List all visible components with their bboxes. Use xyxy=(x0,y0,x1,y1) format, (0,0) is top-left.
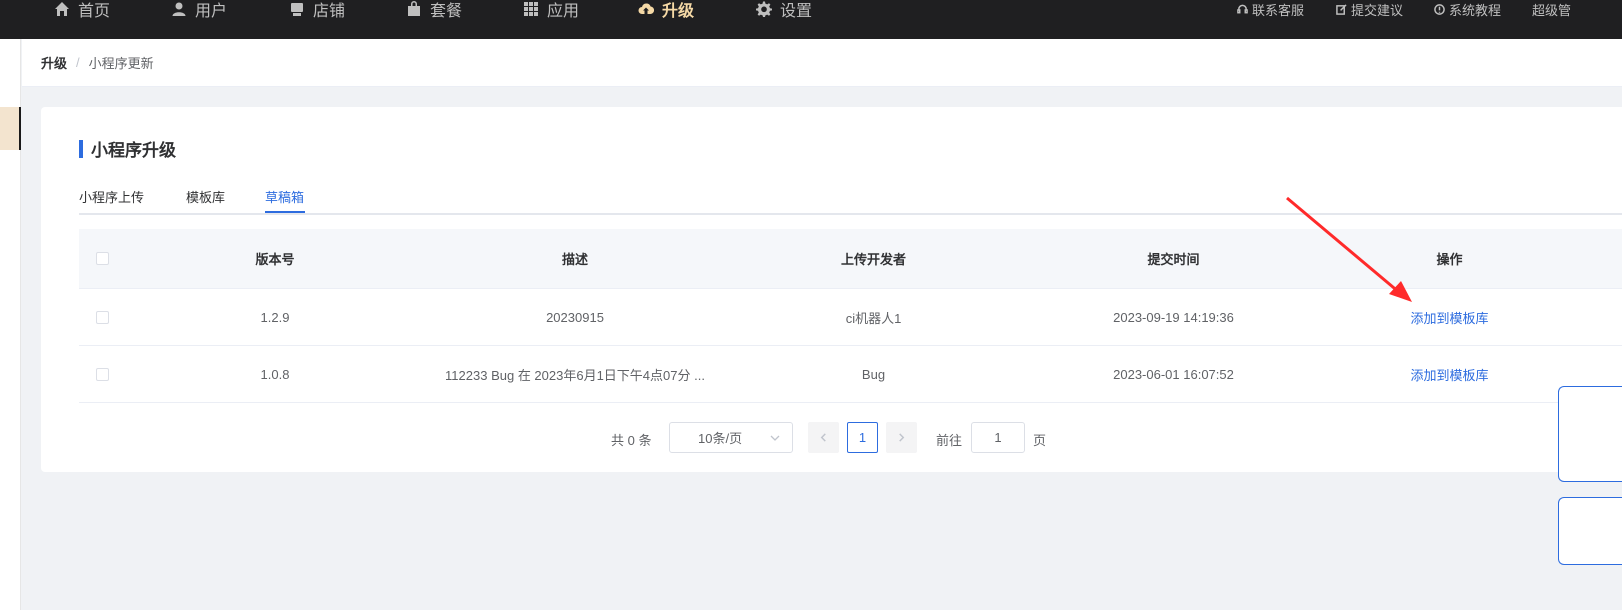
cell-description: 112233 Bug 在 2023年6月1日下午4点07分 ... xyxy=(445,367,705,383)
nav-users-label: 用户 xyxy=(195,3,228,20)
page-size-select[interactable]: 10条/页 xyxy=(669,422,793,453)
title-accent-bar xyxy=(79,139,83,158)
page-size-value: 10条/页 xyxy=(698,431,743,446)
cell-actions: 添加到模板库 xyxy=(1325,308,1574,327)
nav-users[interactable]: 用户 xyxy=(171,0,227,21)
table-header: 版本号 描述 上传开发者 提交时间 操作 xyxy=(79,229,1622,289)
nav-shop[interactable]: 店铺 xyxy=(289,0,345,21)
system-tutorial-label: 系统教程 xyxy=(1449,2,1502,18)
tab-bar: 小程序上传 模板库 草稿箱 xyxy=(79,178,1622,215)
chevron-left-icon xyxy=(820,433,826,442)
card-title-text: 小程序升级 xyxy=(91,141,176,160)
admin-user-label: 超级管 xyxy=(1532,2,1572,18)
header-submit-time: 提交时间 xyxy=(1147,252,1200,267)
cell-developer: ci机器人1 xyxy=(845,310,902,326)
user-icon xyxy=(172,2,186,16)
pagination: 共 0 条 10条/页 1 前往 页 xyxy=(41,422,1622,454)
breadcrumb-current: 小程序更新 xyxy=(88,56,154,71)
breadcrumb: 升级 / 小程序更新 xyxy=(22,39,1622,87)
header-version: 版本号 xyxy=(255,252,295,267)
tab-drafts[interactable]: 草稿箱 xyxy=(265,187,304,206)
card-title: 小程序升级 xyxy=(79,136,176,161)
nav-package-label: 套餐 xyxy=(430,3,463,20)
cell-actions: 添加到模板库 xyxy=(1325,365,1574,384)
page-suffix: 页 xyxy=(1033,433,1047,448)
breadcrumb-root[interactable]: 升级 xyxy=(41,53,67,72)
nav-upgrade[interactable]: 升级 xyxy=(638,0,694,21)
breadcrumb-separator: / xyxy=(76,55,80,70)
package-icon xyxy=(408,1,420,16)
cell-version: 1.2.9 xyxy=(260,309,290,325)
main-card: 小程序升级 小程序上传 模板库 草稿箱 版本号 描述 上传开发者 提交时间 操作… xyxy=(41,107,1622,472)
nav-apps-label: 应用 xyxy=(547,3,580,20)
active-tab-indicator xyxy=(265,211,305,213)
header-actions: 操作 xyxy=(1436,252,1463,267)
nav-home[interactable]: 首页 xyxy=(54,0,110,21)
contact-support-link[interactable]: 联系客服 xyxy=(1237,0,1304,18)
grid-icon xyxy=(524,2,538,16)
nav-settings[interactable]: 设置 xyxy=(756,0,812,21)
row-checkbox[interactable] xyxy=(95,367,109,381)
edit-icon xyxy=(1336,3,1347,15)
tutorial-icon xyxy=(1434,3,1445,15)
row-checkbox-cell xyxy=(79,310,125,324)
row-checkbox-cell xyxy=(79,367,125,381)
cloud-upload-icon xyxy=(638,3,654,15)
page-number-current[interactable]: 1 xyxy=(847,422,878,453)
table-row: 1.2.9 20230915 ci机器人1 2023-09-19 14:19:3… xyxy=(79,289,1622,346)
add-to-template-library-link[interactable]: 添加到模板库 xyxy=(1410,311,1488,326)
row-checkbox[interactable] xyxy=(95,310,109,324)
chevron-right-icon xyxy=(899,433,905,442)
drafts-table: 版本号 描述 上传开发者 提交时间 操作 1.2.9 20230915 ci机器… xyxy=(79,229,1622,403)
floating-side-tab[interactable] xyxy=(1558,497,1622,565)
shop-icon xyxy=(291,3,303,16)
nav-apps[interactable]: 应用 xyxy=(523,0,579,21)
header-developer: 上传开发者 xyxy=(840,252,906,267)
goto-label: 前往 xyxy=(936,433,963,448)
cell-version: 1.0.8 xyxy=(260,366,290,382)
nav-settings-label: 设置 xyxy=(780,3,813,20)
nav-shop-label: 店铺 xyxy=(313,3,346,20)
next-page-button[interactable] xyxy=(886,422,917,453)
tab-upload[interactable]: 小程序上传 xyxy=(79,187,144,206)
cell-submit-time: 2023-06-01 16:07:52 xyxy=(1113,366,1234,382)
cell-description: 20230915 xyxy=(546,309,604,325)
header-description: 描述 xyxy=(561,252,588,267)
cell-submit-time: 2023-09-19 14:19:36 xyxy=(1113,309,1234,325)
submit-feedback-link[interactable]: 提交建议 xyxy=(1336,0,1403,18)
add-to-template-library-link[interactable]: 添加到模板库 xyxy=(1410,368,1488,383)
nav-upgrade-label: 升级 xyxy=(662,3,695,20)
goto-page-input[interactable] xyxy=(971,422,1025,453)
cell-developer: Bug xyxy=(861,366,886,382)
top-nav-bar: 首页 用户 店铺 套餐 应用 升级 设置 联系客服 提交建议 系统教程 超级管 xyxy=(0,0,1622,39)
sidebar-active-item[interactable] xyxy=(0,107,21,150)
home-icon xyxy=(55,2,69,16)
contact-support-label: 联系客服 xyxy=(1252,2,1305,18)
tab-template-library[interactable]: 模板库 xyxy=(186,187,225,206)
nav-home-label: 首页 xyxy=(78,3,111,20)
submit-feedback-label: 提交建议 xyxy=(1351,2,1404,18)
admin-user-menu[interactable]: 超级管 xyxy=(1532,0,1571,18)
chevron-down-icon xyxy=(770,435,780,441)
prev-page-button[interactable] xyxy=(808,422,839,453)
header-checkbox-cell xyxy=(79,252,125,265)
select-all-checkbox[interactable] xyxy=(95,252,109,265)
headset-icon xyxy=(1237,4,1248,13)
floating-side-tab[interactable] xyxy=(1558,386,1622,482)
gear-icon xyxy=(756,1,772,17)
pagination-total: 共 0 条 xyxy=(611,433,652,448)
system-tutorial-link[interactable]: 系统教程 xyxy=(1434,0,1501,18)
table-row: 1.0.8 112233 Bug 在 2023年6月1日下午4点07分 ... … xyxy=(79,346,1622,403)
nav-package[interactable]: 套餐 xyxy=(406,0,462,21)
